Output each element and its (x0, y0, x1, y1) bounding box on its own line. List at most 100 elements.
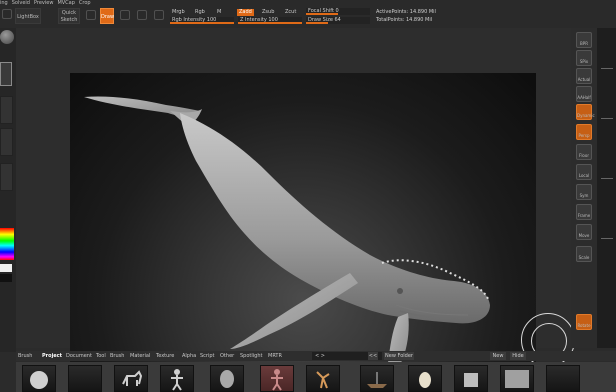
total-points: TotalPoints: 14.890 Mil (376, 17, 433, 23)
lightbox-tab-document[interactable]: Document (66, 352, 92, 360)
whale-model (84, 96, 490, 363)
thumbnail-boat[interactable] (360, 365, 394, 392)
home-icon[interactable] (2, 9, 12, 19)
edit-icon[interactable] (86, 10, 96, 20)
mrgb-toggle[interactable]: Mrgb (170, 9, 187, 16)
tool-palette-edge (597, 28, 616, 348)
main-color-swatch[interactable] (0, 264, 12, 272)
thumbnail-blank[interactable] (546, 365, 580, 392)
wall-icon (505, 370, 529, 388)
m-toggle[interactable]: M (215, 9, 223, 16)
draw-size-slider[interactable]: Draw Size 64 (306, 17, 370, 24)
shelf-button-move[interactable]: Move (576, 224, 592, 240)
lightbox-tab-mrtr[interactable]: MRTR (268, 352, 282, 360)
thumbnail-egg[interactable] (408, 365, 442, 392)
lightbox-tab-tool[interactable]: Tool (96, 352, 106, 360)
thumbnail-dancer[interactable] (306, 365, 340, 392)
lightbox-tab-other[interactable]: Other (220, 352, 234, 360)
thumbnail-dog[interactable] (114, 365, 148, 392)
divider (601, 178, 613, 179)
lightbox-tab-alpha[interactable]: Alpha (182, 352, 196, 360)
focal-shift-fill (306, 13, 338, 15)
lightbox-tab-script[interactable]: Script (200, 352, 215, 360)
hide-button[interactable]: Hide (510, 352, 526, 360)
shelf-button-scale[interactable]: Scale (576, 246, 592, 262)
lightbox-tabs: Brush Project Document Tool Brush Material Tex… (16, 351, 616, 361)
stroke-icon[interactable] (0, 62, 12, 86)
shelf-button-aahalf[interactable]: AAHalf (576, 86, 592, 102)
lightbox-tray (16, 362, 616, 392)
dancer-icon (316, 371, 330, 389)
boat-icon (367, 372, 387, 388)
shelf-button-floor[interactable]: Floor (576, 144, 592, 160)
draw-button[interactable]: Draw (100, 8, 114, 24)
menu-item[interactable]: MVCap (57, 0, 74, 7)
lightbox-back-button[interactable]: << (368, 352, 378, 360)
scale-icon[interactable] (137, 10, 147, 20)
menu-item[interactable]: ing (0, 0, 8, 7)
thumbnail-head[interactable] (210, 365, 244, 392)
document-canvas[interactable] (70, 73, 536, 363)
divider (601, 68, 613, 69)
zsub-toggle[interactable]: Zsub (260, 9, 276, 16)
shelf-button-rotate[interactable]: Rotate (576, 314, 592, 330)
focal-shift-slider[interactable]: Focal Shift 0 (306, 8, 370, 15)
lightbox-tab-material[interactable]: Material (130, 352, 150, 360)
thumbnail-empty[interactable] (68, 365, 102, 392)
texture-slot[interactable] (0, 128, 13, 156)
sphere-icon (30, 371, 48, 389)
lightbox-tab-brush[interactable]: Brush (18, 352, 32, 360)
divider (601, 118, 613, 119)
rgb-intensity-slider[interactable]: Rgb Intensity 100 (170, 17, 234, 24)
thumbnail-figure-red[interactable] (260, 365, 294, 392)
zcut-toggle[interactable]: Zcut (283, 9, 298, 16)
brush-icon[interactable] (0, 30, 14, 44)
color-picker[interactable] (0, 228, 14, 260)
rgb-toggle[interactable]: Rgb (193, 9, 207, 16)
shelf-button-sym[interactable]: Sym (576, 184, 592, 200)
quick-sketch-label-2: Sketch (60, 17, 78, 23)
shelf-button-persp[interactable]: Persp (576, 124, 592, 140)
active-points: ActivePoints: 14.890 Mil (376, 9, 436, 15)
zadd-toggle[interactable]: Zadd (237, 9, 254, 16)
lightbox-tab-brush[interactable]: Brush (110, 352, 124, 360)
thumbnail-wall[interactable] (500, 365, 534, 392)
right-shelf: BPR SPix Actual AAHalf Dynamic Persp Floor Loca… (571, 28, 597, 348)
menu-item[interactable]: Crop (79, 0, 91, 7)
head-icon (220, 370, 234, 388)
left-tray (0, 28, 16, 352)
thumbnail-sphere[interactable] (22, 365, 56, 392)
quick-sketch-label-1: Quick (61, 10, 77, 16)
shelf-button-local[interactable]: Local (576, 164, 592, 180)
figure-red-icon (271, 369, 283, 391)
shelf-button-frame[interactable]: Frame (576, 204, 592, 220)
figure-icon (171, 369, 183, 391)
top-toolbar: ing Solveid Preview MVCap Crop LightBox … (0, 0, 616, 28)
move-icon[interactable] (120, 10, 130, 20)
material-slot[interactable] (0, 163, 13, 191)
draw-label: Draw (101, 14, 115, 20)
lightbox-tab-texture[interactable]: Texture (156, 352, 174, 360)
secondary-color-swatch[interactable] (0, 274, 12, 282)
thumbnail-figure[interactable] (160, 365, 194, 392)
menu-item[interactable]: Preview (34, 0, 53, 7)
viewport (16, 28, 575, 367)
alpha-slot[interactable] (0, 96, 13, 124)
shelf-button-bpr[interactable]: BPR (576, 32, 592, 48)
lightbox-button[interactable]: LightBox (15, 8, 41, 24)
lightbox-tab-project[interactable]: Project (42, 352, 62, 360)
thumbnail-cube[interactable] (454, 365, 488, 392)
shelf-button-dynamic[interactable]: Dynamic (576, 104, 595, 120)
new-folder-button[interactable]: New Folder (384, 352, 414, 360)
shelf-button-spix[interactable]: SPix (576, 50, 592, 66)
divider (601, 238, 613, 239)
blank-icon (547, 366, 579, 391)
menu-item[interactable]: Solveid (12, 0, 30, 7)
z-intensity-slider[interactable]: Z Intensity 100 (238, 17, 302, 24)
quick-sketch-button[interactable]: Quick Sketch (58, 8, 80, 24)
lightbox-tab-spotlight[interactable]: Spotlight (240, 352, 262, 360)
shelf-button-actual[interactable]: Actual (576, 68, 592, 84)
draw-size-fill (306, 22, 329, 24)
rotate-icon[interactable] (154, 10, 164, 20)
new-button[interactable]: New (490, 352, 506, 360)
